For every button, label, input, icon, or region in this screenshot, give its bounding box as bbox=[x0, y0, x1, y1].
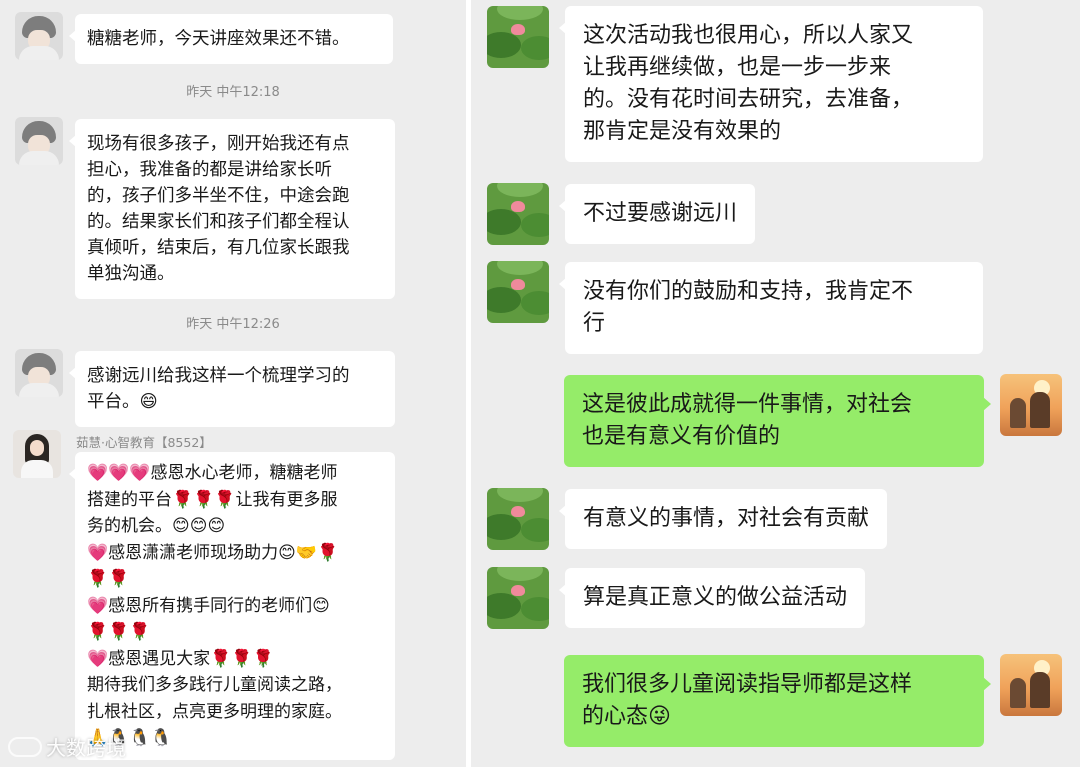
chat-message-6[interactable]: 不过要感谢远川 bbox=[558, 184, 756, 244]
watermark: 大数跨境 bbox=[8, 732, 126, 761]
woman-avatar-icon[interactable] bbox=[13, 430, 61, 478]
right-chat-pane: 这次活动我也很用心，所以人家又 让我再继续做，也是一步一步来 的。没有花时间去研… bbox=[471, 0, 1080, 767]
lotus-avatar-icon[interactable] bbox=[487, 183, 549, 245]
chat-message-10[interactable]: 算是真正意义的做公益活动 bbox=[558, 568, 866, 628]
lotus-avatar-icon[interactable] bbox=[487, 261, 549, 323]
chat-message-9[interactable]: 有意义的事情，对社会有贡献 bbox=[558, 489, 888, 549]
girl-avatar-icon[interactable] bbox=[15, 349, 63, 397]
chat-message-8[interactable]: 这是彼此成就得一件事情，对社会 也是有意义有价值的 bbox=[564, 375, 991, 467]
watermark-logo-icon bbox=[8, 736, 42, 757]
timestamp-1226: 昨天 中午12:26 bbox=[186, 317, 280, 332]
sunset-avatar-icon[interactable] bbox=[1000, 374, 1062, 436]
timestamp-1218: 昨天 中午12:18 bbox=[186, 85, 280, 100]
lotus-avatar-icon[interactable] bbox=[487, 488, 549, 550]
left-chat-pane: 糖糖老师，今天讲座效果还不错。 昨天 中午12:18 现场有很多孩子，刚开始我还… bbox=[0, 0, 466, 767]
sender-name: 茹慧·心智教育【8552】 bbox=[76, 435, 212, 450]
chat-message-2[interactable]: 现场有很多孩子，刚开始我还有点 担心，我准备的都是讲给家长听 的，孩子们多半坐不… bbox=[69, 119, 395, 299]
chat-message-5[interactable]: 这次活动我也很用心，所以人家又 让我再继续做，也是一步一步来 的。没有花时间去研… bbox=[559, 6, 983, 162]
chat-message-7[interactable]: 没有你们的鼓励和支持，我肯定不 行 bbox=[559, 262, 983, 354]
chat-message-4[interactable]: 💗💗💗感恩水心老师，糖糖老师 搭建的平台🌹🌹🌹让我有更多服 务的机会。😊😊😊 💗… bbox=[69, 452, 395, 760]
chat-message-1[interactable]: 糖糖老师，今天讲座效果还不错。 bbox=[69, 14, 393, 64]
chat-message-3[interactable]: 感谢远川给我这样一个梳理学习的 平台。😄 bbox=[69, 351, 395, 427]
watermark-text: 大数跨境 bbox=[46, 736, 126, 760]
girl-avatar-icon[interactable] bbox=[15, 12, 63, 60]
chat-message-11[interactable]: 我们很多儿童阅读指导师都是这样 的心态😜 bbox=[564, 655, 991, 747]
lotus-avatar-icon[interactable] bbox=[487, 6, 549, 68]
sunset-avatar-icon[interactable] bbox=[1000, 654, 1062, 716]
lotus-avatar-icon[interactable] bbox=[487, 567, 549, 629]
girl-avatar-icon[interactable] bbox=[15, 117, 63, 165]
